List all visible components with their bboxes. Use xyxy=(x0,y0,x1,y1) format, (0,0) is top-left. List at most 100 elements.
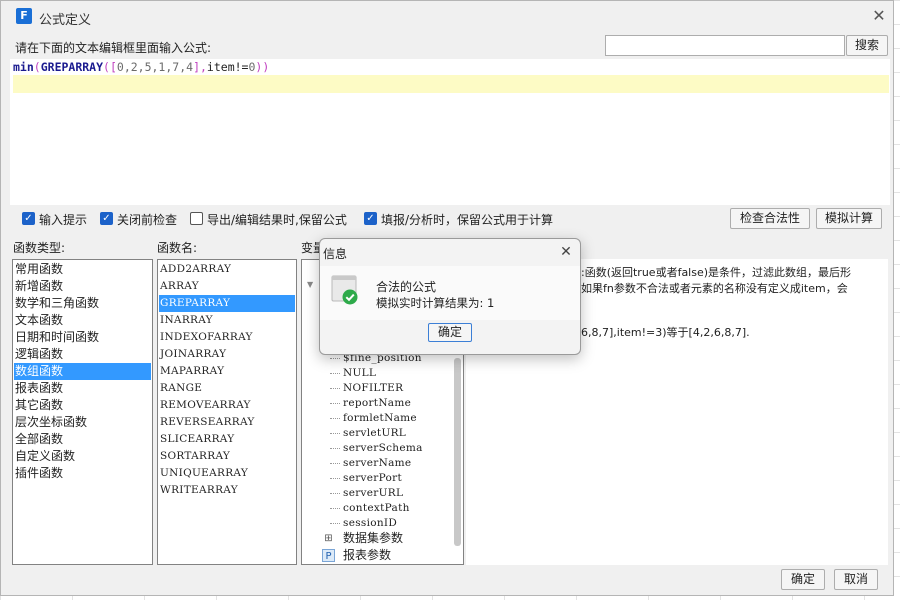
message-title: 信息 xyxy=(323,247,348,261)
variable-item[interactable]: serverPort xyxy=(342,471,402,486)
title-bar xyxy=(1,1,893,33)
category-item[interactable]: 数组函数 xyxy=(14,363,151,380)
tree-connector xyxy=(330,358,340,359)
tree-connector xyxy=(330,418,340,419)
dialog-title: 公式定义 xyxy=(39,13,92,28)
message-ok-button[interactable]: 确定 xyxy=(428,323,472,342)
input-hint-checkbox[interactable]: ✓ xyxy=(22,212,35,225)
desc-line: :函数(返回true或者false)是条件，过滤此数组，最后形 xyxy=(581,266,852,279)
function-item[interactable]: UNIQUEARRAY xyxy=(159,465,295,482)
category-item[interactable]: 数学和三角函数 xyxy=(14,295,151,312)
variable-item[interactable]: servletURL xyxy=(342,426,406,441)
category-label: 函数类型: xyxy=(13,241,66,255)
cancel-button[interactable]: 取消 xyxy=(834,569,878,590)
variable-item[interactable]: serverURL xyxy=(342,486,403,501)
keep-formula-fill-label: 填报/分析时，保留公式用于计算 xyxy=(381,213,554,227)
variable-item[interactable]: serverSchema xyxy=(342,441,423,456)
tree-connector xyxy=(330,493,340,494)
tree-connector xyxy=(330,478,340,479)
variable-item[interactable]: reportName xyxy=(342,396,411,411)
collapse-arrow-icon[interactable]: ▼ xyxy=(307,280,313,289)
category-list[interactable]: 常用函数 新增函数 数学和三角函数 文本函数 日期和时间函数 逻辑函数 数组函数 报表函数 其它… xyxy=(12,259,153,565)
close-icon[interactable]: ✕ xyxy=(869,5,889,27)
function-item[interactable]: MAPARRAY xyxy=(159,363,295,380)
function-item[interactable]: INARRAY xyxy=(159,312,295,329)
category-item[interactable]: 自定义函数 xyxy=(14,448,151,465)
formula-token: min xyxy=(13,60,34,74)
variable-item[interactable]: serverName xyxy=(342,456,411,471)
function-item[interactable]: ADD2ARRAY xyxy=(159,261,295,278)
formula-token: != xyxy=(234,60,249,74)
app-logo-icon: F xyxy=(16,8,32,24)
function-item[interactable]: RANGE xyxy=(159,380,295,397)
tree-connector xyxy=(330,403,340,404)
formula-token: )) xyxy=(255,60,270,74)
check-validity-button[interactable]: 检查合法性 xyxy=(730,208,810,229)
category-item[interactable]: 逻辑函数 xyxy=(14,346,151,363)
tree-connector xyxy=(330,508,340,509)
formula-text[interactable]: min(GREPARRAY([0,2,5,1,7,4],item!=0)) xyxy=(13,60,269,74)
function-item[interactable]: REMOVEARRAY xyxy=(159,397,295,414)
info-message-box: 信息 ✕ 合法的公式 模拟实时计算结果为: 1 确定 xyxy=(319,238,581,355)
function-item[interactable]: SLICEARRAY xyxy=(159,431,295,448)
category-item[interactable]: 全部函数 xyxy=(14,431,151,448)
success-icon xyxy=(331,275,358,305)
formula-token: 0,2,5,1,7,4 xyxy=(116,60,194,74)
variable-item[interactable]: sessionID xyxy=(342,516,397,531)
variable-item[interactable]: NOFILTER xyxy=(342,381,403,396)
category-item[interactable]: 其它函数 xyxy=(14,397,151,414)
search-button[interactable]: 搜索 xyxy=(846,35,888,56)
category-item[interactable]: 新增函数 xyxy=(14,278,151,295)
variable-item[interactable]: contextPath xyxy=(342,501,410,516)
function-list[interactable]: ADD2ARRAY ARRAY GREPARRAY INARRAY INDEXOFARR… xyxy=(157,259,297,565)
formula-token: ], xyxy=(193,60,207,74)
formula-token: item xyxy=(206,60,235,74)
function-item[interactable]: GREPARRAY xyxy=(159,295,295,312)
check-before-close-checkbox[interactable]: ✓ xyxy=(100,212,113,225)
function-label: 函数名: xyxy=(157,241,198,255)
formula-token: ( xyxy=(33,60,41,74)
formula-token: GREPARRAY xyxy=(40,60,104,74)
tree-connector xyxy=(330,433,340,434)
category-item[interactable]: 报表函数 xyxy=(14,380,151,397)
message-body xyxy=(320,266,580,320)
search-input[interactable] xyxy=(605,35,845,56)
desc-line: 如果fn参数不合法或者元素的名称没有定义成item，会 xyxy=(581,282,848,295)
keep-formula-export-label: 导出/编辑结果时,保留公式 xyxy=(207,213,347,227)
tree-connector xyxy=(330,448,340,449)
message-close-icon[interactable]: ✕ xyxy=(556,241,576,263)
function-item[interactable]: ARRAY xyxy=(159,278,295,295)
tree-connector xyxy=(330,523,340,524)
formula-token: ([ xyxy=(103,60,117,74)
variable-item[interactable]: formletName xyxy=(342,411,417,426)
function-item[interactable]: WRITEARRAY xyxy=(159,482,295,499)
function-item[interactable]: REVERSEARRAY xyxy=(159,414,295,431)
category-item[interactable]: 插件函数 xyxy=(14,465,151,482)
tree-node[interactable]: 数据集参数 xyxy=(342,530,403,547)
tree-connector xyxy=(330,388,340,389)
keep-formula-fill-checkbox[interactable]: ✓ xyxy=(364,212,377,225)
function-item[interactable]: JOINARRAY xyxy=(159,346,295,363)
keep-formula-export-checkbox[interactable] xyxy=(190,212,203,225)
check-before-close-label: 关闭前检查 xyxy=(117,213,178,227)
message-line-1: 合法的公式 xyxy=(376,280,437,294)
simulate-button[interactable]: 模拟计算 xyxy=(816,208,882,229)
function-item[interactable]: INDEXOFARRAY xyxy=(159,329,295,346)
desc-line: 6,8,7],item!=3)等于[4,2,6,8,7]. xyxy=(581,326,750,339)
tree-connector xyxy=(330,463,340,464)
category-item[interactable]: 日期和时间函数 xyxy=(14,329,151,346)
ok-button[interactable]: 确定 xyxy=(781,569,825,590)
variable-item[interactable]: NULL xyxy=(342,366,376,381)
editor-prompt: 请在下面的文本编辑框里面输入公式: xyxy=(15,41,212,55)
message-line-2: 模拟实时计算结果为: 1 xyxy=(376,296,495,310)
category-item[interactable]: 文本函数 xyxy=(14,312,151,329)
variable-scrollbar[interactable] xyxy=(454,358,461,546)
category-item[interactable]: 层次坐标函数 xyxy=(14,414,151,431)
category-item[interactable]: 常用函数 xyxy=(14,261,151,278)
tree-connector xyxy=(330,373,340,374)
dataset-param-icon: ⊞ xyxy=(324,533,333,544)
report-param-icon: P xyxy=(322,549,335,562)
function-item[interactable]: SORTARRAY xyxy=(159,448,295,465)
tree-node[interactable]: 报表参数 xyxy=(342,547,391,564)
input-hint-label: 输入提示 xyxy=(39,213,88,227)
